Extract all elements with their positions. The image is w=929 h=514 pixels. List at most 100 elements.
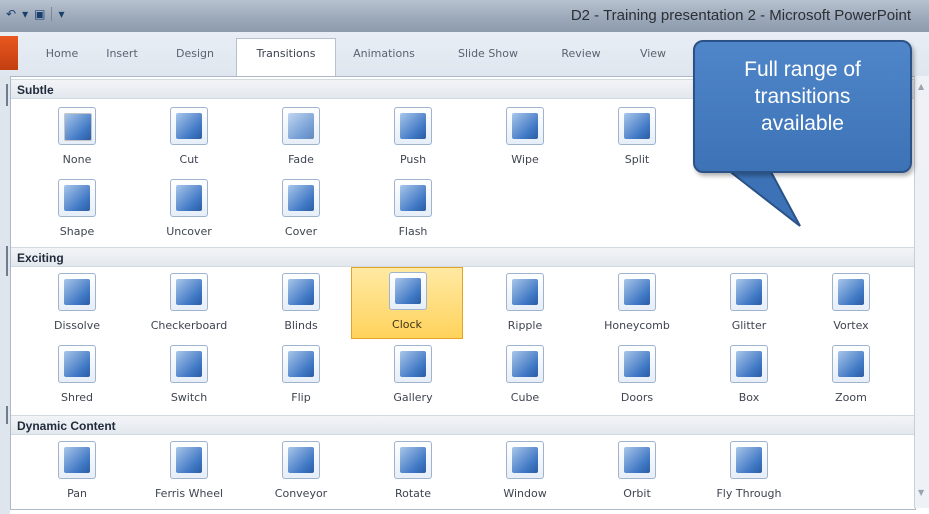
transition-label: Cube <box>510 391 540 404</box>
transition-label: Split <box>624 153 650 166</box>
transition-item-orbit[interactable]: Orbit <box>581 437 693 509</box>
ferris-wheel-transition-icon <box>170 441 208 479</box>
save-icon[interactable]: ▣ <box>34 7 45 21</box>
transition-item-glitter[interactable]: Glitter <box>693 269 805 341</box>
file-tab[interactable] <box>0 36 18 70</box>
transition-item-fly-through[interactable]: Fly Through <box>693 437 805 509</box>
transition-label: Dissolve <box>53 319 101 332</box>
transition-item-rotate[interactable]: Rotate <box>357 437 469 509</box>
glitter-transition-icon <box>730 273 768 311</box>
transition-label: Flash <box>398 225 428 238</box>
transition-item-ripple[interactable]: Ripple <box>469 269 581 341</box>
transition-item-doors[interactable]: Doors <box>581 341 693 413</box>
transition-item-clock[interactable]: Clock <box>351 267 463 339</box>
cover-transition-icon <box>282 179 320 217</box>
transition-item-vortex[interactable]: Vortex <box>795 269 907 341</box>
tab-transitions[interactable]: Transitions <box>236 38 336 77</box>
transition-label: Orbit <box>623 487 651 500</box>
toolbar-divider <box>51 7 53 21</box>
transition-label: Flip <box>291 391 311 404</box>
transition-item-fade[interactable]: Fade <box>245 103 357 175</box>
transition-label: Ripple <box>507 319 543 332</box>
customize-toolbar-icon[interactable]: ▾ <box>58 7 64 21</box>
shape-transition-icon <box>58 179 96 217</box>
transition-label: Cut <box>179 153 199 166</box>
box-transition-icon <box>730 345 768 383</box>
orbit-transition-icon <box>618 441 656 479</box>
chevron-down-icon[interactable]: ▾ <box>22 7 28 21</box>
vortex-transition-icon <box>832 273 870 311</box>
none-transition-icon <box>58 107 96 145</box>
transition-item-window[interactable]: Window <box>469 437 581 509</box>
blinds-transition-icon <box>282 273 320 311</box>
transition-label: Blinds <box>284 319 318 332</box>
transition-label: Conveyor <box>274 487 328 500</box>
transition-item-cube[interactable]: Cube <box>469 341 581 413</box>
transition-item-gallery[interactable]: Gallery <box>357 341 469 413</box>
undo-icon[interactable]: ↶ <box>6 7 16 21</box>
transition-item-wipe[interactable]: Wipe <box>469 103 581 175</box>
transition-item-flip[interactable]: Flip <box>245 341 357 413</box>
cut-transition-icon <box>170 107 208 145</box>
transition-item-checkerboard[interactable]: Checkerboard <box>133 269 245 341</box>
transition-item-honeycomb[interactable]: Honeycomb <box>581 269 693 341</box>
transition-item-flash[interactable]: Flash <box>357 175 469 247</box>
fly-through-transition-icon <box>730 441 768 479</box>
conveyor-transition-icon <box>282 441 320 479</box>
push-transition-icon <box>394 107 432 145</box>
window-transition-icon <box>506 441 544 479</box>
tab-review[interactable]: Review <box>552 42 610 76</box>
tab-animations[interactable]: Animations <box>344 42 424 76</box>
transition-label: Zoom <box>835 391 867 404</box>
gallery-scrollbar[interactable]: ▲ ▼ <box>914 76 929 508</box>
transition-label: Checkerboard <box>150 319 228 332</box>
transition-item-push[interactable]: Push <box>357 103 469 175</box>
transition-item-pan[interactable]: Pan <box>21 437 133 509</box>
transition-label: Clock <box>392 318 422 331</box>
fade-transition-icon <box>282 107 320 145</box>
transition-item-zoom[interactable]: Zoom <box>795 341 907 413</box>
transition-item-dissolve[interactable]: Dissolve <box>21 269 133 341</box>
transition-label: Gallery <box>393 391 433 404</box>
tab-slide-show[interactable]: Slide Show <box>448 42 528 76</box>
transition-item-conveyor[interactable]: Conveyor <box>245 437 357 509</box>
rotate-transition-icon <box>394 441 432 479</box>
flash-transition-icon <box>394 179 432 217</box>
tab-insert[interactable]: Insert <box>94 42 150 76</box>
tab-view[interactable]: View <box>628 42 678 76</box>
transition-item-cut[interactable]: Cut <box>133 103 245 175</box>
transition-label: None <box>62 153 92 166</box>
dissolve-transition-icon <box>58 273 96 311</box>
transition-item-box[interactable]: Box <box>693 341 805 413</box>
transition-item-none[interactable]: None <box>21 103 133 175</box>
transition-item-shape[interactable]: Shape <box>21 175 133 247</box>
callout-text: Full range of transitions available <box>744 58 861 135</box>
transition-label: Switch <box>170 391 208 404</box>
transition-label: Glitter <box>731 319 767 332</box>
transition-label: Pan <box>67 487 87 500</box>
transition-item-uncover[interactable]: Uncover <box>133 175 245 247</box>
transition-label: Wipe <box>511 153 539 166</box>
transition-item-cover[interactable]: Cover <box>245 175 357 247</box>
transition-item-shred[interactable]: Shred <box>21 341 133 413</box>
transition-label: Uncover <box>166 225 212 238</box>
quick-access-toolbar: ↶ ▾ ▣ ▾ <box>6 7 64 21</box>
transition-label: Fade <box>288 153 314 166</box>
transition-item-switch[interactable]: Switch <box>133 341 245 413</box>
transition-item-split[interactable]: Split <box>581 103 693 175</box>
transition-item-ferris-wheel[interactable]: Ferris Wheel <box>133 437 245 509</box>
callout-bubble: Full range of transitions available <box>693 40 912 173</box>
transition-label: Push <box>399 153 427 166</box>
scroll-down-icon[interactable]: ▼ <box>918 488 924 497</box>
scroll-up-icon[interactable]: ▲ <box>918 82 924 91</box>
transition-label: Shape <box>59 225 95 238</box>
flip-transition-icon <box>282 345 320 383</box>
tab-design[interactable]: Design <box>160 42 230 76</box>
tab-home[interactable]: Home <box>34 42 90 76</box>
transition-item-blinds[interactable]: Blinds <box>245 269 357 341</box>
zoom-transition-icon <box>832 345 870 383</box>
left-edge-strip <box>0 76 10 514</box>
shred-transition-icon <box>58 345 96 383</box>
transition-label: Window <box>503 487 547 500</box>
ripple-transition-icon <box>506 273 544 311</box>
